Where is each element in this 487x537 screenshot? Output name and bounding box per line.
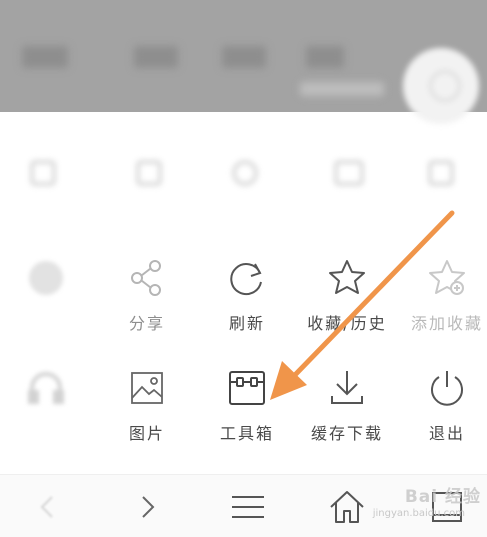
browser-menu-screen: 分享 刷新 收藏/历史 添加收藏 图片 工具箱 缓存下载 退出 Bai 经验 j… (0, 0, 487, 537)
menu-button[interactable] (226, 485, 270, 529)
menu-item-label: 工具箱 (219, 424, 274, 443)
blurred-tab (222, 46, 266, 68)
star-icon (325, 256, 369, 300)
blurred-icon (30, 160, 56, 186)
forward-icon (142, 496, 155, 518)
blurred-icon-row (0, 148, 487, 198)
image-icon (125, 366, 169, 410)
home-icon (330, 491, 364, 523)
blurred-icon (334, 160, 364, 186)
menu-item-label: 缓存下载 (310, 424, 383, 443)
menu-item-images[interactable]: 图片 (102, 366, 192, 444)
download-icon (325, 366, 369, 410)
menu-item-audio[interactable] (1, 366, 91, 420)
menu-item-label: 刷新 (228, 314, 265, 333)
menu-item-label: 收藏/历史 (307, 314, 387, 333)
blurred-header (0, 0, 487, 124)
blurred-subtext (300, 82, 384, 96)
blurred-icon (136, 160, 162, 186)
menu-item-settings[interactable] (1, 256, 91, 310)
settings-icon (24, 256, 68, 300)
menu-icon (232, 496, 264, 518)
menu-item-toolbox[interactable]: 工具箱 (202, 366, 292, 444)
toolbox-icon (225, 366, 269, 410)
forward-button[interactable] (126, 485, 170, 529)
watermark-url: jingyan.baidu.com (372, 508, 465, 519)
blurred-tab (22, 46, 68, 68)
power-icon (425, 366, 469, 410)
home-button[interactable] (325, 485, 369, 529)
add-bookmark-icon (425, 256, 469, 300)
menu-item-refresh[interactable]: 刷新 (202, 256, 292, 334)
headphones-icon (24, 366, 68, 410)
menu-item-exit[interactable]: 退出 (402, 366, 487, 444)
back-button[interactable] (26, 485, 70, 529)
menu-item-label: 添加收藏 (410, 314, 483, 333)
menu-item-label: 退出 (428, 424, 465, 443)
refresh-icon (225, 256, 269, 300)
blurred-avatar (403, 48, 479, 124)
menu-item-download[interactable]: 缓存下载 (302, 366, 392, 444)
menu-item-label: 分享 (128, 314, 165, 333)
blurred-tab (306, 46, 344, 68)
blurred-icon (232, 160, 258, 186)
menu-item-label: 图片 (128, 424, 165, 443)
menu-item-add-bookmark[interactable]: 添加收藏 (402, 256, 487, 334)
blurred-tab (134, 46, 178, 68)
watermark-logo: Bai 经验 (404, 487, 481, 507)
menu-item-share[interactable]: 分享 (102, 256, 192, 334)
back-icon (40, 496, 53, 518)
share-icon (125, 256, 169, 300)
menu-item-bookmarks-history[interactable]: 收藏/历史 (302, 256, 392, 334)
blurred-icon (428, 160, 454, 186)
